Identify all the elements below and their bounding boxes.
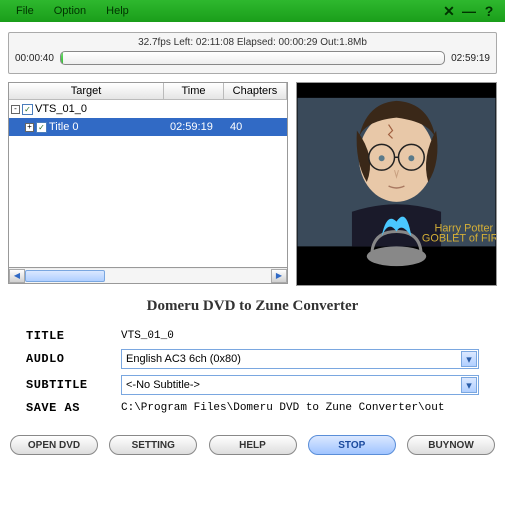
checkbox[interactable]: ✓ bbox=[22, 104, 33, 115]
open-dvd-button[interactable]: OPEN DVD bbox=[10, 435, 98, 455]
col-chapters[interactable]: Chapters bbox=[224, 83, 287, 99]
progress-fill bbox=[61, 52, 63, 64]
audio-value: English AC3 6ch (0x80) bbox=[126, 353, 241, 365]
col-target[interactable]: Target bbox=[9, 83, 164, 99]
video-preview: Harry Potter GOBLET of FIRE bbox=[296, 82, 497, 286]
minimize-icon[interactable]: — bbox=[461, 3, 477, 19]
title-value: VTS_01_0 bbox=[121, 330, 479, 342]
stop-button[interactable]: STOP bbox=[308, 435, 396, 455]
preview-image: Harry Potter GOBLET of FIRE bbox=[297, 83, 496, 285]
title-label: TITLE bbox=[26, 329, 121, 343]
chevron-down-icon[interactable]: ▾ bbox=[461, 377, 477, 393]
progress-end-time: 02:59:19 bbox=[451, 53, 490, 64]
titlebar: File Option Help ✕ — ? bbox=[0, 0, 505, 22]
button-bar: OPEN DVD SETTING HELP STOP BUYNOW bbox=[0, 425, 505, 463]
menu-option[interactable]: Option bbox=[44, 5, 96, 17]
progress-info: 32.7fps Left: 02:11:08 Elapsed: 00:00:29… bbox=[15, 37, 490, 48]
list-item[interactable]: + ✓ Title 0 02:59:19 40 bbox=[9, 118, 287, 136]
scroll-right-icon[interactable]: ▶ bbox=[271, 269, 287, 283]
item-chapters: 40 bbox=[226, 121, 287, 133]
scroll-thumb[interactable] bbox=[25, 270, 105, 282]
subtitle-select[interactable]: <-No Subtitle-> ▾ bbox=[121, 375, 479, 395]
progress-bar[interactable] bbox=[60, 51, 445, 65]
settings-form: TITLE VTS_01_0 AUDLO English AC3 6ch (0x… bbox=[8, 329, 497, 415]
item-name: VTS_01_0 bbox=[35, 103, 87, 115]
scroll-left-icon[interactable]: ◀ bbox=[9, 269, 25, 283]
setting-button[interactable]: SETTING bbox=[109, 435, 197, 455]
list-item[interactable]: - ✓ VTS_01_0 bbox=[9, 100, 287, 118]
checkbox[interactable]: ✓ bbox=[36, 122, 47, 133]
subtitle-label: SUBTITLE bbox=[26, 378, 121, 392]
list-header: Target Time Chapters bbox=[9, 83, 287, 100]
menu-file[interactable]: File bbox=[6, 5, 44, 17]
svg-text:GOBLET of FIRE: GOBLET of FIRE bbox=[422, 232, 496, 244]
h-scrollbar[interactable]: ◀ ▶ bbox=[8, 268, 288, 284]
saveas-value: C:\Program Files\Domeru DVD to Zune Conv… bbox=[121, 402, 479, 414]
title-list[interactable]: Target Time Chapters - ✓ VTS_01_0 + bbox=[8, 82, 288, 268]
subtitle-value: <-No Subtitle-> bbox=[126, 379, 200, 391]
menu-help[interactable]: Help bbox=[96, 5, 139, 17]
expand-icon[interactable]: + bbox=[25, 123, 34, 132]
item-name: Title 0 bbox=[49, 121, 79, 133]
saveas-label: SAVE AS bbox=[26, 401, 121, 415]
buynow-button[interactable]: BUYNOW bbox=[407, 435, 495, 455]
scroll-track[interactable] bbox=[25, 269, 271, 283]
progress-start-time: 00:00:40 bbox=[15, 53, 54, 64]
col-time[interactable]: Time bbox=[164, 83, 224, 99]
collapse-icon[interactable]: - bbox=[11, 105, 20, 114]
app-title: Domeru DVD to Zune Converter bbox=[8, 298, 497, 315]
help-icon[interactable]: ? bbox=[481, 3, 497, 19]
audio-label: AUDLO bbox=[26, 352, 121, 366]
chevron-down-icon[interactable]: ▾ bbox=[461, 351, 477, 367]
progress-panel: 32.7fps Left: 02:11:08 Elapsed: 00:00:29… bbox=[8, 32, 497, 74]
audio-select[interactable]: English AC3 6ch (0x80) ▾ bbox=[121, 349, 479, 369]
help-button[interactable]: HELP bbox=[209, 435, 297, 455]
close-icon[interactable]: ✕ bbox=[441, 3, 457, 20]
item-time: 02:59:19 bbox=[166, 121, 226, 133]
